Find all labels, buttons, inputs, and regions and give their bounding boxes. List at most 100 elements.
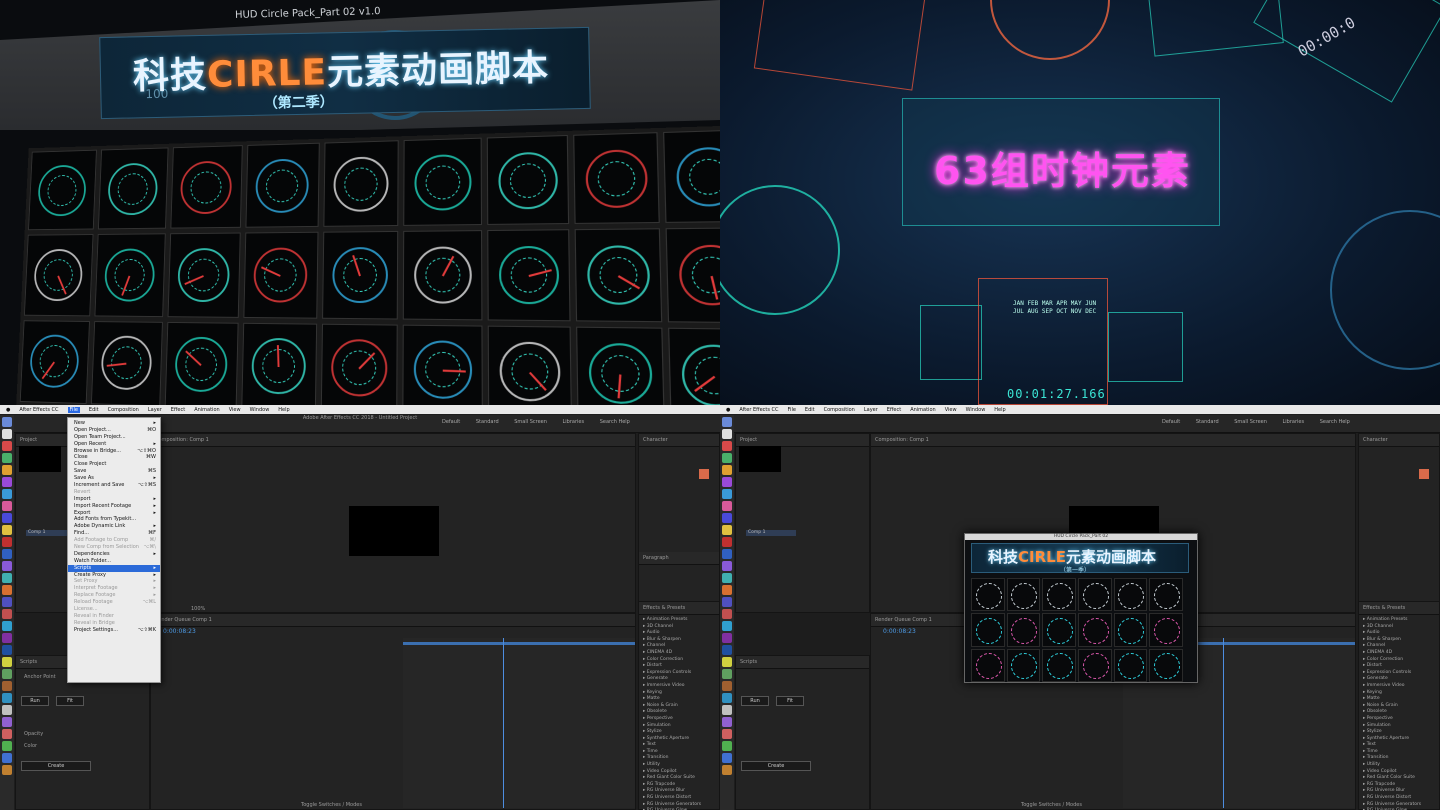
preview-hud-tile[interactable] bbox=[971, 578, 1005, 611]
timeline-tracks[interactable] bbox=[403, 638, 635, 808]
preview-hud-tile[interactable] bbox=[1042, 578, 1076, 611]
dock-app-icon[interactable] bbox=[722, 501, 732, 511]
file-menu-item[interactable]: Open Project... ⌘O bbox=[68, 427, 160, 434]
file-menu-item[interactable]: Increment and Save ⌥⇧⌘S bbox=[68, 482, 160, 489]
effects-category[interactable]: ▸ Immersive Video bbox=[643, 683, 715, 690]
dock-app-icon[interactable] bbox=[722, 753, 732, 763]
dock-app-icon[interactable] bbox=[2, 597, 12, 607]
dock-app-icon[interactable] bbox=[2, 537, 12, 547]
create-button[interactable]: Create bbox=[741, 761, 811, 771]
apple-icon[interactable]: ● bbox=[726, 407, 730, 413]
file-menu-item[interactable]: Save ⌘S bbox=[68, 468, 160, 475]
menu-help[interactable]: Help bbox=[278, 407, 289, 413]
fit-button[interactable]: Fit bbox=[56, 696, 84, 706]
dock-app-icon[interactable] bbox=[722, 489, 732, 499]
menu-window[interactable]: Window bbox=[966, 407, 986, 413]
file-menu-item[interactable]: Close Project bbox=[68, 461, 160, 468]
menu-app[interactable]: After Effects CC bbox=[19, 407, 58, 413]
dock-app-icon[interactable] bbox=[2, 645, 12, 655]
dock-app-icon[interactable] bbox=[722, 657, 732, 667]
file-menu-item[interactable]: Save As ▸ bbox=[68, 475, 160, 482]
effects-category[interactable]: ▸ Animation Presets bbox=[1363, 617, 1435, 624]
file-menu-item[interactable]: Scripts ▸ bbox=[68, 565, 160, 572]
menu-app[interactable]: After Effects CC bbox=[739, 407, 778, 413]
menu-help[interactable]: Help bbox=[994, 407, 1005, 413]
dock-app-icon[interactable] bbox=[2, 585, 12, 595]
effects-category[interactable]: ▸ CINEMA 4D bbox=[1363, 650, 1435, 657]
playhead[interactable] bbox=[1223, 638, 1224, 808]
playhead[interactable] bbox=[503, 638, 504, 808]
effects-category[interactable]: ▸ Matte bbox=[643, 696, 715, 703]
dock-app-icon[interactable] bbox=[2, 741, 12, 751]
effects-category[interactable]: ▸ Red Giant Color Suite bbox=[1363, 775, 1435, 782]
fill-color-swatch[interactable] bbox=[1419, 469, 1429, 479]
effects-category[interactable]: ▸ Text bbox=[1363, 742, 1435, 749]
file-menu-item[interactable]: Export ▸ bbox=[68, 510, 160, 517]
effects-category[interactable]: ▸ Obsolete bbox=[1363, 709, 1435, 716]
menu-window[interactable]: Window bbox=[250, 407, 270, 413]
effects-category[interactable]: ▸ Stylize bbox=[643, 729, 715, 736]
preview-hud-tile[interactable] bbox=[1078, 649, 1112, 682]
run-button[interactable]: Run bbox=[21, 696, 49, 706]
menu-composition[interactable]: Composition bbox=[108, 407, 139, 413]
workspace-standard[interactable]: Standard bbox=[1196, 419, 1219, 425]
dock-app-icon[interactable] bbox=[2, 441, 12, 451]
dock-app-icon[interactable] bbox=[2, 549, 12, 559]
dock-app-icon[interactable] bbox=[722, 573, 732, 583]
dock-app-icon[interactable] bbox=[2, 693, 12, 703]
dock-app-icon[interactable] bbox=[722, 465, 732, 475]
create-button[interactable]: Create bbox=[21, 761, 91, 771]
file-menu-item[interactable]: Watch Folder... bbox=[68, 558, 160, 565]
toggle-switches-label[interactable]: Toggle Switches / Modes bbox=[1021, 802, 1082, 808]
preview-hud-tile[interactable] bbox=[1114, 578, 1148, 611]
dock-app-icon[interactable] bbox=[722, 669, 732, 679]
effects-category[interactable]: ▸ Stylize bbox=[1363, 729, 1435, 736]
preview-hud-tile[interactable] bbox=[1149, 649, 1183, 682]
tab-effects-presets[interactable]: Effects & Presets bbox=[1359, 602, 1439, 615]
file-menu-item[interactable]: Import ▸ bbox=[68, 496, 160, 503]
dock-app-icon[interactable] bbox=[2, 633, 12, 643]
script-preview-window[interactable]: HUD Circle Pack_Part 02 科技CIRLE元素动画脚本 （第… bbox=[964, 533, 1198, 683]
menu-composition[interactable]: Composition bbox=[824, 407, 855, 413]
menu-edit[interactable]: Edit bbox=[89, 407, 99, 413]
dock-app-icon[interactable] bbox=[722, 417, 732, 427]
file-menu-item[interactable]: Dependencies ▸ bbox=[68, 551, 160, 558]
dock-app-icon[interactable] bbox=[722, 513, 732, 523]
menu-file[interactable]: File bbox=[788, 407, 796, 413]
preview-hud-tile[interactable] bbox=[1007, 649, 1041, 682]
menu-animation[interactable]: Animation bbox=[910, 407, 936, 413]
preview-hud-tile[interactable] bbox=[971, 613, 1005, 646]
effects-category[interactable]: ▸ Perspective bbox=[1363, 716, 1435, 723]
dock-app-icon[interactable] bbox=[2, 681, 12, 691]
file-menu-item[interactable]: Find... ⌘F bbox=[68, 530, 160, 537]
file-menu-item[interactable]: Create Proxy ▸ bbox=[68, 572, 160, 579]
file-menu-item[interactable]: Close ⌘W bbox=[68, 454, 160, 461]
preview-hud-tile[interactable] bbox=[1042, 649, 1076, 682]
effects-category[interactable]: ▸ Matte bbox=[1363, 696, 1435, 703]
tab-composition[interactable]: Composition: Comp 1 bbox=[151, 434, 635, 447]
effects-category[interactable]: ▸ Channel bbox=[1363, 643, 1435, 650]
menu-view[interactable]: View bbox=[229, 407, 241, 413]
dock-app-icon[interactable] bbox=[722, 681, 732, 691]
menu-layer[interactable]: Layer bbox=[148, 407, 162, 413]
preview-hud-tile[interactable] bbox=[1042, 613, 1076, 646]
preview-hud-tile[interactable] bbox=[1078, 578, 1112, 611]
dock-app-icon[interactable] bbox=[722, 693, 732, 703]
dock-app-icon[interactable] bbox=[722, 633, 732, 643]
menu-view[interactable]: View bbox=[945, 407, 957, 413]
file-menu-item[interactable]: Project Settings... ⌥⇧⌘K bbox=[68, 627, 160, 634]
preview-hud-tile[interactable] bbox=[1149, 578, 1183, 611]
effects-category[interactable]: ▸ Distort bbox=[1363, 663, 1435, 670]
tab-character[interactable]: Character bbox=[1359, 434, 1439, 447]
dock-app-icon[interactable] bbox=[2, 765, 12, 775]
dock-app-icon[interactable] bbox=[722, 537, 732, 547]
toggle-switches-label[interactable]: Toggle Switches / Modes bbox=[301, 802, 362, 808]
zoom-level[interactable]: 100% bbox=[191, 606, 205, 612]
dock-app-icon[interactable] bbox=[722, 729, 732, 739]
dock-app-icon[interactable] bbox=[722, 765, 732, 775]
effects-category[interactable]: ▸ Text bbox=[643, 742, 715, 749]
dock-app-icon[interactable] bbox=[2, 729, 12, 739]
preview-window-title[interactable]: HUD Circle Pack_Part 02 bbox=[965, 534, 1197, 540]
dock-app-icon[interactable] bbox=[722, 453, 732, 463]
menu-animation[interactable]: Animation bbox=[194, 407, 220, 413]
